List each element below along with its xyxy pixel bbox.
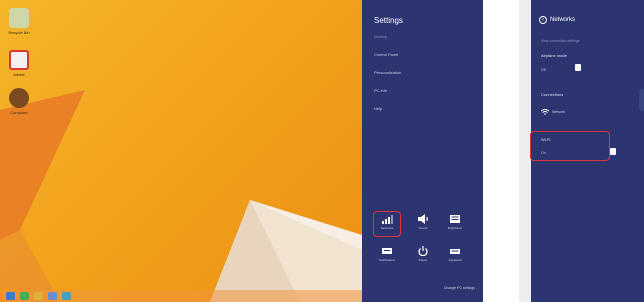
wifi-section-highlight xyxy=(530,131,610,161)
app-icon[interactable] xyxy=(48,292,57,300)
desktop-icon-label: Recycle Bin xyxy=(8,30,30,35)
settings-link-control-panel[interactable]: Control Panel xyxy=(374,52,398,57)
settings-title: Settings xyxy=(374,16,403,25)
networks-title: Networks xyxy=(550,17,576,23)
recycle-bin-icon xyxy=(9,8,29,28)
desktop-screenshot: Recycle Bin Adobe Computer xyxy=(0,0,362,302)
tile-label: Sound xyxy=(418,226,428,230)
settings-charm-panel: Settings Desktop Control Panel Personali… xyxy=(362,0,483,302)
speaker-icon xyxy=(418,214,428,224)
connections-label: Connections xyxy=(541,92,564,97)
settings-link-personalization[interactable]: Personalization xyxy=(374,70,401,75)
adobe-icon xyxy=(9,50,29,70)
settings-link-help[interactable]: Help xyxy=(374,106,382,111)
explorer-icon[interactable] xyxy=(20,292,29,300)
wallpaper-shapes xyxy=(0,90,362,302)
brightness-icon xyxy=(450,215,460,223)
connection-name: Network xyxy=(552,110,565,114)
desktop-icon-label: Computer xyxy=(10,110,28,115)
settings-link-pc-info[interactable]: PC info xyxy=(374,88,387,93)
tile-label: Notifications xyxy=(378,258,396,262)
computer-icon xyxy=(9,88,29,108)
wifi-signal-icon xyxy=(541,109,549,115)
airplane-mode-toggle[interactable] xyxy=(575,64,581,71)
bell-icon xyxy=(382,248,392,254)
desktop-icon-label: Adobe xyxy=(13,72,25,77)
taskbar xyxy=(0,290,362,302)
tile-label: Power xyxy=(418,258,428,262)
desktop-icon-recycle-bin[interactable]: Recycle Bin xyxy=(4,8,34,35)
power-icon xyxy=(418,246,428,256)
connection-item[interactable]: Network xyxy=(541,109,565,115)
tile-keyboard[interactable]: Keyboard xyxy=(442,244,468,268)
tile-notifications[interactable]: Notifications xyxy=(374,244,400,268)
panel-edge-tab xyxy=(639,89,644,111)
desktop-icon-adobe[interactable]: Adobe xyxy=(4,50,34,77)
start-button-icon[interactable] xyxy=(6,292,15,300)
tile-power[interactable]: Power xyxy=(410,244,436,268)
change-pc-settings-link[interactable]: Change PC settings xyxy=(444,286,475,290)
tile-label: Brightness xyxy=(447,226,463,230)
settings-subtitle: Desktop xyxy=(374,35,387,39)
airplane-mode-label: Airplane mode xyxy=(541,53,567,58)
tile-sound[interactable]: Sound xyxy=(410,212,436,236)
view-connection-settings-link[interactable]: View connection settings xyxy=(541,39,579,43)
app-icon[interactable] xyxy=(62,292,71,300)
networks-header: ‹ Networks xyxy=(539,16,575,24)
tile-brightness[interactable]: Brightness xyxy=(442,212,468,236)
back-arrow-icon[interactable]: ‹ xyxy=(539,16,547,24)
airplane-mode-state: Off xyxy=(541,68,546,72)
desktop-icon-computer[interactable]: Computer xyxy=(4,88,34,115)
browser-icon[interactable] xyxy=(34,292,43,300)
networks-tile-highlight xyxy=(373,211,401,237)
keyboard-icon xyxy=(450,249,460,254)
wifi-toggle[interactable] xyxy=(610,148,616,155)
tile-label: Keyboard xyxy=(448,258,462,262)
